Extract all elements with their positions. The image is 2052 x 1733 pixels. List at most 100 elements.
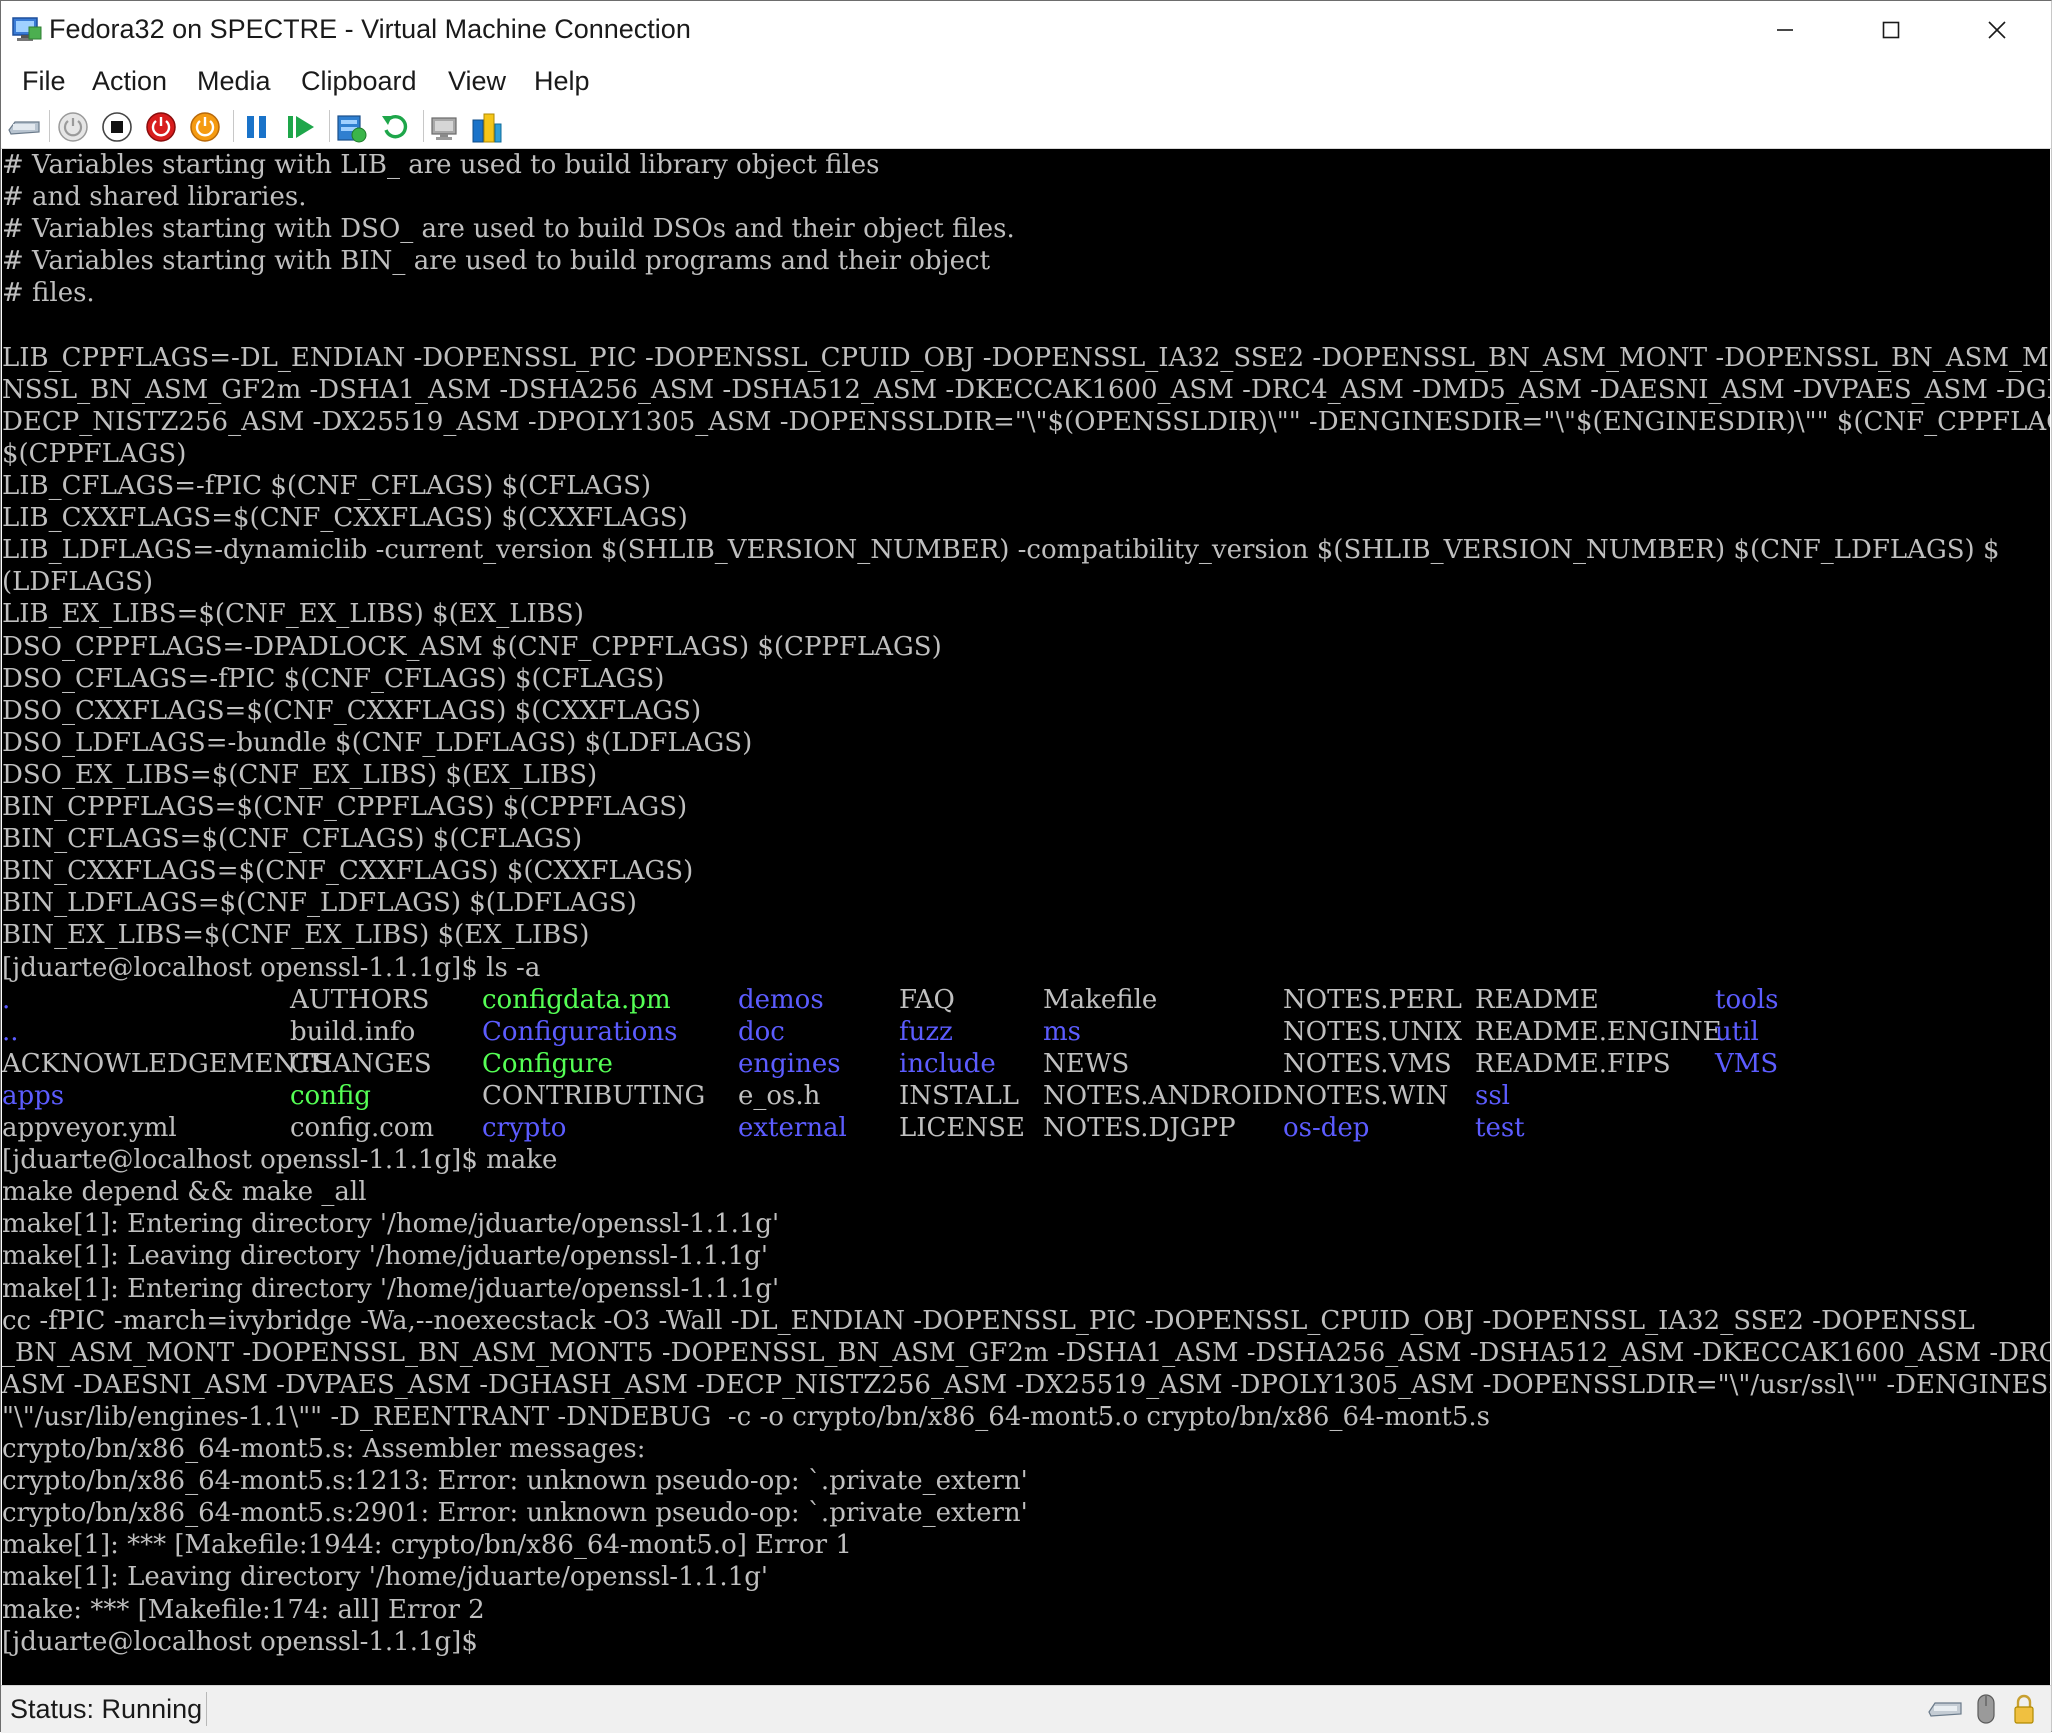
terminal-line: NSSL_BN_ASM_GF2m -DSHA1_ASM -DSHA256_ASM… xyxy=(2,374,2050,405)
ls-entry: appveyor.yml xyxy=(2,1113,177,1143)
terminal-line: [jduarte@localhost openssl-1.1.1g]$ ls -… xyxy=(2,952,541,983)
terminal-line: BIN_LDFLAGS=$(CNF_LDFLAGS) $(LDFLAGS) xyxy=(2,888,637,919)
terminal-line: [jduarte@localhost openssl-1.1.1g]$ xyxy=(2,1626,478,1657)
terminal-line: BIN_CFLAGS=$(CNF_CFLAGS) $(CFLAGS) xyxy=(2,824,583,855)
revert-button[interactable] xyxy=(376,108,414,146)
terminal-line: [jduarte@localhost openssl-1.1.1g]$ make xyxy=(2,1145,558,1176)
shut-down-button[interactable] xyxy=(142,108,180,146)
ls-entry: ssl xyxy=(1475,1080,1511,1111)
enhanced-session-icon xyxy=(431,117,457,140)
minimize-icon xyxy=(1777,28,1793,31)
ls-entry: Configurations xyxy=(482,1016,678,1047)
ls-entry: CONTRIBUTING xyxy=(482,1080,706,1111)
terminal-line: BIN_CXXFLAGS=$(CNF_CXXFLAGS) $(CXXFLAGS) xyxy=(2,856,694,887)
turn-off-button[interactable] xyxy=(98,108,136,146)
ls-entry: NOTES.PERL xyxy=(1283,984,1462,1015)
menu-media[interactable]: Media xyxy=(193,65,275,98)
terminal-line: (LDFLAGS) xyxy=(2,567,154,598)
ls-entry: .. xyxy=(2,1016,19,1047)
ls-entry: tools xyxy=(1715,984,1779,1015)
terminal-line: # files. xyxy=(2,278,95,309)
terminal-line: "\"/usr/lib/engines-1.1\"" -D_REENTRANT … xyxy=(2,1401,1490,1432)
terminal-line: LIB_CXXFLAGS=$(CNF_CXXFLAGS) $(CXXFLAGS) xyxy=(2,503,688,534)
menu-help[interactable]: Help xyxy=(530,65,594,98)
enhanced-session-button[interactable] xyxy=(427,108,465,146)
ls-entry: NOTES.UNIX xyxy=(1283,1016,1462,1047)
revert-icon xyxy=(382,115,408,139)
terminal-line: make[1]: *** [Makefile:1944: crypto/bn/x… xyxy=(2,1530,852,1561)
ls-entry: engines xyxy=(738,1048,841,1079)
ls-entry: demos xyxy=(738,984,824,1015)
checkpoint-button[interactable] xyxy=(332,108,370,146)
ctrl-alt-del-button[interactable] xyxy=(5,108,43,146)
terminal-line: # and shared libraries. xyxy=(2,182,307,213)
maximize-button[interactable] xyxy=(1838,1,1944,58)
menu-action[interactable]: Action xyxy=(88,65,171,98)
terminal-line: DSO_CFLAGS=-fPIC $(CNF_CFLAGS) $(CFLAGS) xyxy=(2,663,665,694)
ls-entry: AUTHORS xyxy=(290,984,430,1015)
terminal-line: make depend && make _all xyxy=(2,1177,367,1208)
ls-entry: NEWS xyxy=(1043,1048,1130,1079)
terminal-line: make[1]: Entering directory '/home/jduar… xyxy=(2,1209,780,1240)
terminal-line: crypto/bn/x86_64-mont5.s:2901: Error: un… xyxy=(2,1498,1028,1529)
start-button[interactable] xyxy=(54,108,92,146)
menu-file[interactable]: File xyxy=(18,65,70,98)
terminal-line: BIN_CPPFLAGS=$(CNF_CPPFLAGS) $(CPPFLAGS) xyxy=(2,792,688,822)
ls-entry: LICENSE xyxy=(899,1113,1025,1143)
ls-entry: README xyxy=(1475,984,1599,1015)
ls-entry: NOTES.DJGPP xyxy=(1043,1113,1236,1143)
terminal-line: # Variables starting with BIN_ are used … xyxy=(2,246,991,277)
ls-entry: crypto xyxy=(482,1113,567,1143)
terminal-line: LIB_CFLAGS=-fPIC $(CNF_CFLAGS) $(CFLAGS) xyxy=(2,471,652,501)
terminal-line: # Variables starting with DSO_ are used … xyxy=(2,214,1015,245)
ls-entry: config.com xyxy=(290,1113,435,1143)
ls-entry: ACKNOWLEDGEMENTS xyxy=(2,1048,332,1079)
ls-entry: VMS xyxy=(1715,1048,1779,1079)
status-bar: Status: Running xyxy=(1,1685,2051,1733)
turn-off-icon xyxy=(102,112,132,142)
share-button[interactable] xyxy=(467,108,505,146)
close-button[interactable] xyxy=(1944,1,2050,58)
terminal-line: LIB_LDFLAGS=-dynamiclib -current_version… xyxy=(2,535,2000,566)
status-text: Status: Running xyxy=(10,1694,203,1724)
ls-entry: ms xyxy=(1043,1016,1081,1047)
share-icon xyxy=(472,113,502,143)
ls-entry: Configure xyxy=(482,1048,613,1079)
terminal-line: DSO_CXXFLAGS=$(CNF_CXXFLAGS) $(CXXFLAGS) xyxy=(2,695,702,726)
vm-connection-app-icon xyxy=(12,17,42,41)
toolbar xyxy=(1,104,2051,149)
ls-entry: NOTES.WIN xyxy=(1283,1080,1449,1111)
ls-entry: FAQ xyxy=(899,984,955,1015)
terminal-line: # Variables starting with LIB_ are used … xyxy=(2,150,880,180)
close-icon xyxy=(1988,20,2006,39)
terminal-line: make[1]: Leaving directory '/home/jduart… xyxy=(2,1241,769,1272)
vm-console-screen[interactable]: # Variables starting with LIB_ are used … xyxy=(2,149,2050,1685)
ls-entry: os-dep xyxy=(1283,1113,1370,1143)
ls-entry: util xyxy=(1715,1016,1759,1047)
menu-clipboard[interactable]: Clipboard xyxy=(297,65,421,98)
ls-entry: . xyxy=(2,984,11,1015)
terminal-line: make: *** [Makefile:174: all] Error 2 xyxy=(2,1594,485,1625)
resume-button[interactable] xyxy=(282,108,320,146)
minimize-button[interactable] xyxy=(1732,1,1838,58)
menu-view[interactable]: View xyxy=(444,65,510,98)
pause-button[interactable] xyxy=(238,108,276,146)
ls-entry: fuzz xyxy=(899,1016,953,1047)
ls-entry: INSTALL xyxy=(899,1080,1020,1111)
ls-entry: e_os.h xyxy=(738,1080,821,1111)
ls-entry: doc xyxy=(738,1016,785,1047)
pause-icon xyxy=(247,116,266,138)
terminal-line: _BN_ASM_MONT -DOPENSSL_BN_ASM_MONT5 -DOP… xyxy=(2,1337,2050,1368)
terminal-line: ASM -DAESNI_ASM -DVPAES_ASM -DGHASH_ASM … xyxy=(2,1369,2050,1400)
terminal-line: DSO_CPPFLAGS=-DPADLOCK_ASM $(CNF_CPPFLAG… xyxy=(2,631,942,662)
terminal-line: make[1]: Leaving directory '/home/jduart… xyxy=(2,1562,769,1593)
shut-down-icon xyxy=(146,112,176,142)
ls-entry: external xyxy=(738,1113,847,1143)
ls-entry: test xyxy=(1475,1113,1525,1143)
terminal-line: make[1]: Entering directory '/home/jduar… xyxy=(2,1273,780,1304)
terminal-line: crypto/bn/x86_64-mont5.s: Assembler mess… xyxy=(2,1434,646,1464)
title-bar[interactable]: Fedora32 on SPECTRE - Virtual Machine Co… xyxy=(1,1,2051,58)
save-button[interactable] xyxy=(186,108,224,146)
save-icon xyxy=(190,112,220,142)
terminal-line: DSO_EX_LIBS=$(CNF_EX_LIBS) $(EX_LIBS) xyxy=(2,759,598,790)
